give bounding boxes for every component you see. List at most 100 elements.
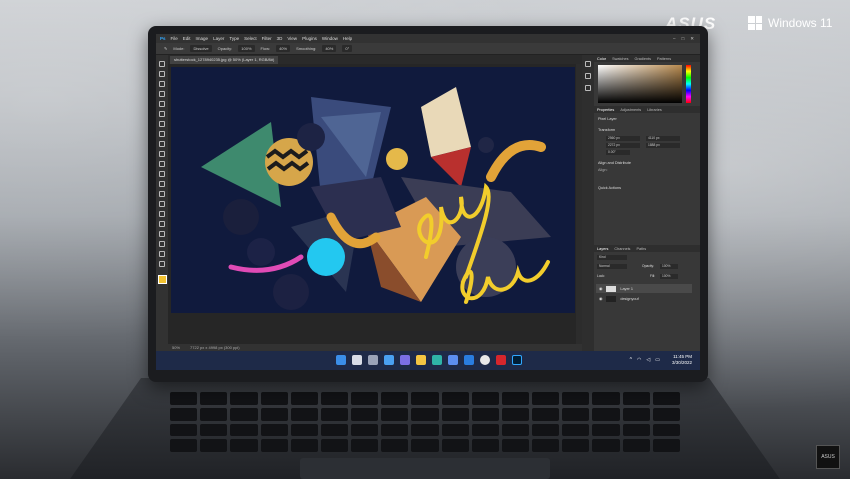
- quick-select-tool-icon[interactable]: [159, 91, 165, 97]
- menu-edit[interactable]: Edit: [183, 36, 191, 41]
- menu-select[interactable]: Select: [244, 36, 257, 41]
- tab-libraries[interactable]: Libraries: [647, 108, 662, 112]
- zoom-level[interactable]: 50%: [172, 345, 180, 350]
- smoothing-input[interactable]: 40%: [322, 45, 337, 52]
- x-field[interactable]: 4110 px: [646, 136, 680, 141]
- quick-actions-title[interactable]: Quick Actions: [598, 186, 621, 190]
- stamp-tool-icon[interactable]: [159, 151, 165, 157]
- menu-view[interactable]: View: [287, 36, 297, 41]
- layer-row[interactable]: ◉ Layer 1: [596, 284, 692, 293]
- maximize-icon[interactable]: □: [682, 36, 685, 42]
- path-select-tool-icon[interactable]: [159, 231, 165, 237]
- move-tool-icon[interactable]: [159, 61, 165, 67]
- eye-icon[interactable]: ◉: [599, 296, 602, 301]
- kind-filter-select[interactable]: Kind: [597, 255, 627, 260]
- document-dimensions: 7722 px x 4998 px (300 ppi): [190, 345, 240, 350]
- pen-tool-icon[interactable]: [159, 211, 165, 217]
- foreground-color-swatch[interactable]: [157, 275, 167, 284]
- opacity-input[interactable]: 100%: [238, 45, 255, 52]
- tab-layers[interactable]: Layers: [597, 247, 608, 251]
- menu-plugins[interactable]: Plugins: [302, 36, 317, 41]
- tab-paths[interactable]: Paths: [636, 247, 646, 251]
- eye-icon[interactable]: ◉: [599, 286, 602, 291]
- lasso-tool-icon[interactable]: [159, 81, 165, 87]
- document-tab[interactable]: shutterstock_1278940235.jpg @ 50% (Layer…: [170, 56, 279, 64]
- menu-help[interactable]: Help: [343, 36, 352, 41]
- store-icon[interactable]: [448, 355, 458, 365]
- layer-row[interactable]: ◉ designyouf: [596, 294, 692, 303]
- menu-3d[interactable]: 3D: [277, 36, 283, 41]
- height-field[interactable]: 2272 px: [606, 143, 640, 148]
- crop-tool-icon[interactable]: [159, 101, 165, 107]
- zoom-tool-icon[interactable]: [159, 261, 165, 267]
- taskbar-clock[interactable]: 11:45 PM 3/30/2022: [672, 354, 692, 366]
- blend-mode-select[interactable]: Normal: [597, 264, 627, 269]
- chat-icon[interactable]: [400, 355, 410, 365]
- angle-field[interactable]: 0.00°: [606, 150, 630, 155]
- cortana-icon[interactable]: [480, 355, 490, 365]
- tab-color[interactable]: Color: [597, 57, 606, 61]
- color-picker-field[interactable]: [598, 65, 682, 103]
- dodge-tool-icon[interactable]: [159, 201, 165, 207]
- edge-icon[interactable]: [432, 355, 442, 365]
- tab-properties[interactable]: Properties: [597, 108, 614, 112]
- brush-tool-icon[interactable]: ✎: [164, 46, 167, 51]
- menu-image[interactable]: Image: [196, 36, 209, 41]
- menu-window[interactable]: Window: [322, 36, 338, 41]
- history-brush-icon[interactable]: [159, 161, 165, 167]
- chevron-up-icon[interactable]: ^: [630, 357, 632, 363]
- align-section-title[interactable]: Align and Distribute: [598, 161, 631, 165]
- align-label: Align:: [598, 168, 608, 172]
- type-tool-icon[interactable]: [159, 221, 165, 227]
- mcafee-icon[interactable]: [496, 355, 506, 365]
- taskbar-icons: [336, 355, 522, 365]
- close-icon[interactable]: ✕: [690, 36, 694, 42]
- fill-label: Fill:: [650, 274, 656, 278]
- hue-slider[interactable]: [686, 65, 691, 103]
- menu-filter[interactable]: Filter: [262, 36, 272, 41]
- gradient-tool-icon[interactable]: [159, 181, 165, 187]
- wifi-icon[interactable]: ◠: [637, 357, 641, 363]
- menu-type[interactable]: Type: [229, 36, 239, 41]
- task-view-icon[interactable]: [368, 355, 378, 365]
- minimize-icon[interactable]: –: [673, 36, 676, 42]
- photoshop-icon[interactable]: [512, 355, 522, 365]
- tab-channels[interactable]: Channels: [614, 247, 630, 251]
- eyedropper-tool-icon[interactable]: [159, 121, 165, 127]
- history-panel-icon[interactable]: [585, 61, 591, 67]
- transform-section-title[interactable]: Transform: [598, 128, 615, 132]
- menu-file[interactable]: File: [171, 36, 178, 41]
- search-icon[interactable]: [352, 355, 362, 365]
- canvas-area[interactable]: [168, 64, 582, 344]
- tab-gradients[interactable]: Gradients: [635, 57, 651, 61]
- blur-tool-icon[interactable]: [159, 191, 165, 197]
- healing-tool-icon[interactable]: [159, 131, 165, 137]
- mode-select[interactable]: Dissolve: [190, 45, 212, 52]
- marquee-tool-icon[interactable]: [159, 71, 165, 77]
- mail-icon[interactable]: [464, 355, 474, 365]
- character-panel-icon[interactable]: [585, 85, 591, 91]
- canvas-artwork[interactable]: [171, 67, 575, 313]
- battery-icon[interactable]: ▭: [655, 357, 660, 363]
- hand-tool-icon[interactable]: [159, 251, 165, 257]
- fill-input[interactable]: 100%: [660, 274, 678, 279]
- start-icon[interactable]: [336, 355, 346, 365]
- right-panels: Color Swatches Gradients Patterns Proper…: [594, 55, 700, 351]
- width-field[interactable]: 2560 px: [606, 136, 640, 141]
- widgets-icon[interactable]: [384, 355, 394, 365]
- layer-opacity-input[interactable]: 100%: [660, 264, 678, 269]
- tab-patterns[interactable]: Patterns: [657, 57, 671, 61]
- flow-input[interactable]: 40%: [276, 45, 291, 52]
- shape-tool-icon[interactable]: [159, 241, 165, 247]
- tab-swatches[interactable]: Swatches: [612, 57, 628, 61]
- angle-input[interactable]: 0°: [342, 45, 353, 52]
- y-field[interactable]: 1888 px: [646, 143, 680, 148]
- frame-tool-icon[interactable]: [159, 111, 165, 117]
- volume-icon[interactable]: ◁: [646, 357, 650, 363]
- brush-settings-icon[interactable]: [585, 73, 591, 79]
- tab-adjustments[interactable]: Adjustments: [620, 108, 641, 112]
- menu-layer[interactable]: Layer: [213, 36, 224, 41]
- file-explorer-icon[interactable]: [416, 355, 426, 365]
- brush-tool-icon[interactable]: [159, 141, 165, 147]
- eraser-tool-icon[interactable]: [159, 171, 165, 177]
